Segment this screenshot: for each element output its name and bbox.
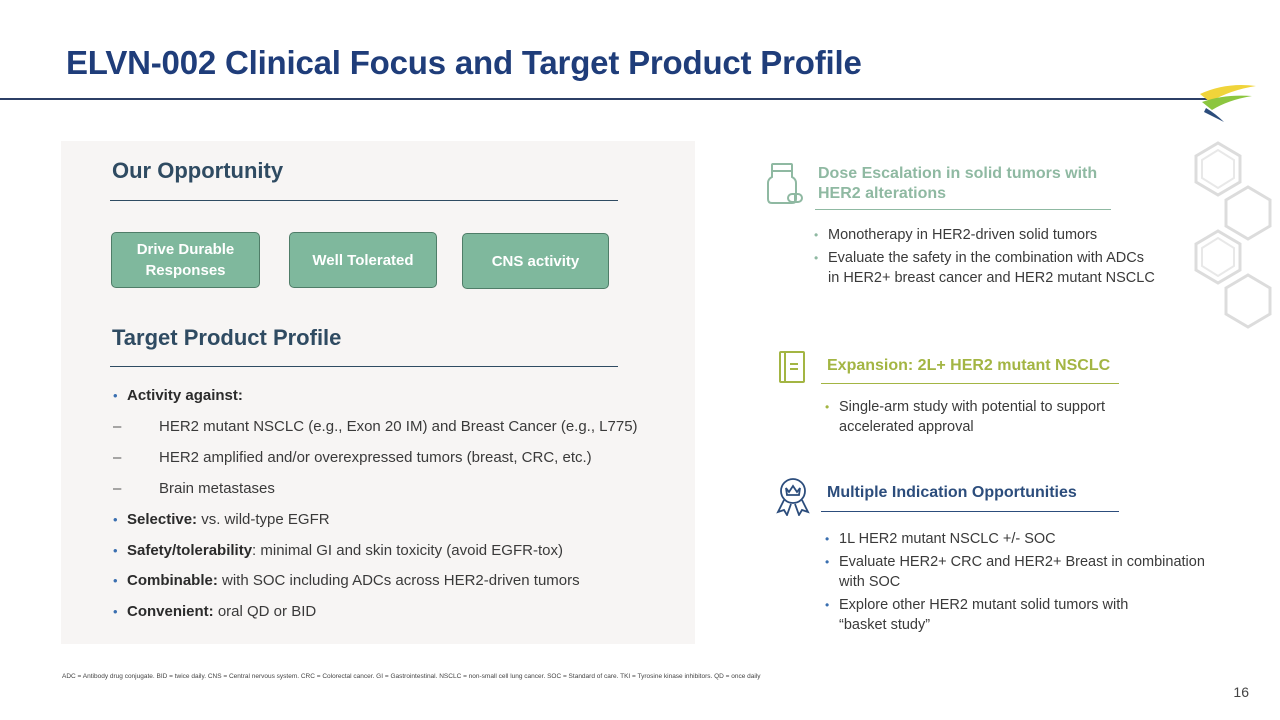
- list-item: • Evaluate the safety in the combination …: [814, 250, 1155, 286]
- activity-label: Activity against:: [127, 387, 243, 404]
- pill-well-tolerated: Well Tolerated: [289, 232, 437, 288]
- bullet-icon: •: [814, 251, 819, 265]
- abbreviations-footnote: ADC = Antibody drug conjugate. BID = twi…: [62, 673, 761, 680]
- dose-escalation-heading: Dose Escalation in solid tumors with HER…: [818, 165, 1098, 202]
- bullet-icon: •: [113, 604, 118, 619]
- multiple-indication-heading: Multiple Indication Opportunities: [827, 484, 1077, 501]
- bullet-icon: •: [825, 598, 830, 612]
- bullet-icon: •: [113, 573, 118, 588]
- multiple-indication-divider: [821, 511, 1119, 512]
- pill-bottle-icon: [767, 163, 803, 204]
- bullet-icon: •: [825, 400, 830, 414]
- list-item: • Monotherapy in HER2-driven solid tumors: [814, 227, 1098, 243]
- list-item: • Evaluate HER2+ CRC and HER2+ Breast in …: [825, 554, 1205, 590]
- list-item: • Explore other HER2 mutant solid tumors …: [825, 597, 1129, 633]
- multiple-indication-list: • 1L HER2 mutant NSCLC +/- SOC • Evaluate …: [825, 529, 1225, 638]
- list-item: • Single-arm study with potential to supp…: [825, 399, 1105, 435]
- bullet-icon: •: [825, 555, 830, 569]
- bullet-icon: •: [113, 512, 118, 527]
- bullet-icon: •: [825, 532, 830, 546]
- dash-icon: –: [113, 418, 122, 435]
- slide-title: ELVN-002 Clinical Focus and Target Produ…: [66, 44, 862, 81]
- dose-escalation-list: • Monotherapy in HER2-driven solid tumors…: [814, 225, 1174, 291]
- bullet-icon: •: [113, 543, 118, 558]
- document-icon: [779, 351, 805, 383]
- bullet-icon: •: [814, 228, 819, 242]
- award-ribbon-icon: [776, 478, 810, 516]
- target-product-profile-heading: Target Product Profile: [112, 325, 342, 350]
- dose-escalation-divider: [815, 209, 1111, 210]
- page-number: 16: [1233, 684, 1249, 700]
- our-opportunity-heading: Our Opportunity: [112, 158, 284, 183]
- company-logo-icon: [1200, 85, 1256, 122]
- list-item: • 1L HER2 mutant NSCLC +/- SOC: [825, 531, 1056, 547]
- expansion-list: • Single-arm study with potential to supp…: [825, 397, 1185, 440]
- expansion-divider: [821, 383, 1119, 384]
- dash-icon: –: [113, 480, 122, 497]
- pill-drive-durable-responses: Drive Durable Responses: [111, 232, 260, 288]
- opportunity-divider: [110, 200, 618, 201]
- pill-cns-activity: CNS activity: [462, 233, 609, 289]
- dash-icon: –: [113, 449, 122, 466]
- expansion-heading: Expansion: 2L+ HER2 mutant NSCLC: [827, 357, 1111, 374]
- bullet-icon: •: [113, 388, 118, 403]
- tpp-divider: [110, 366, 618, 367]
- hexagon-pattern-icon: [1194, 141, 1272, 329]
- title-divider: [0, 98, 1215, 100]
